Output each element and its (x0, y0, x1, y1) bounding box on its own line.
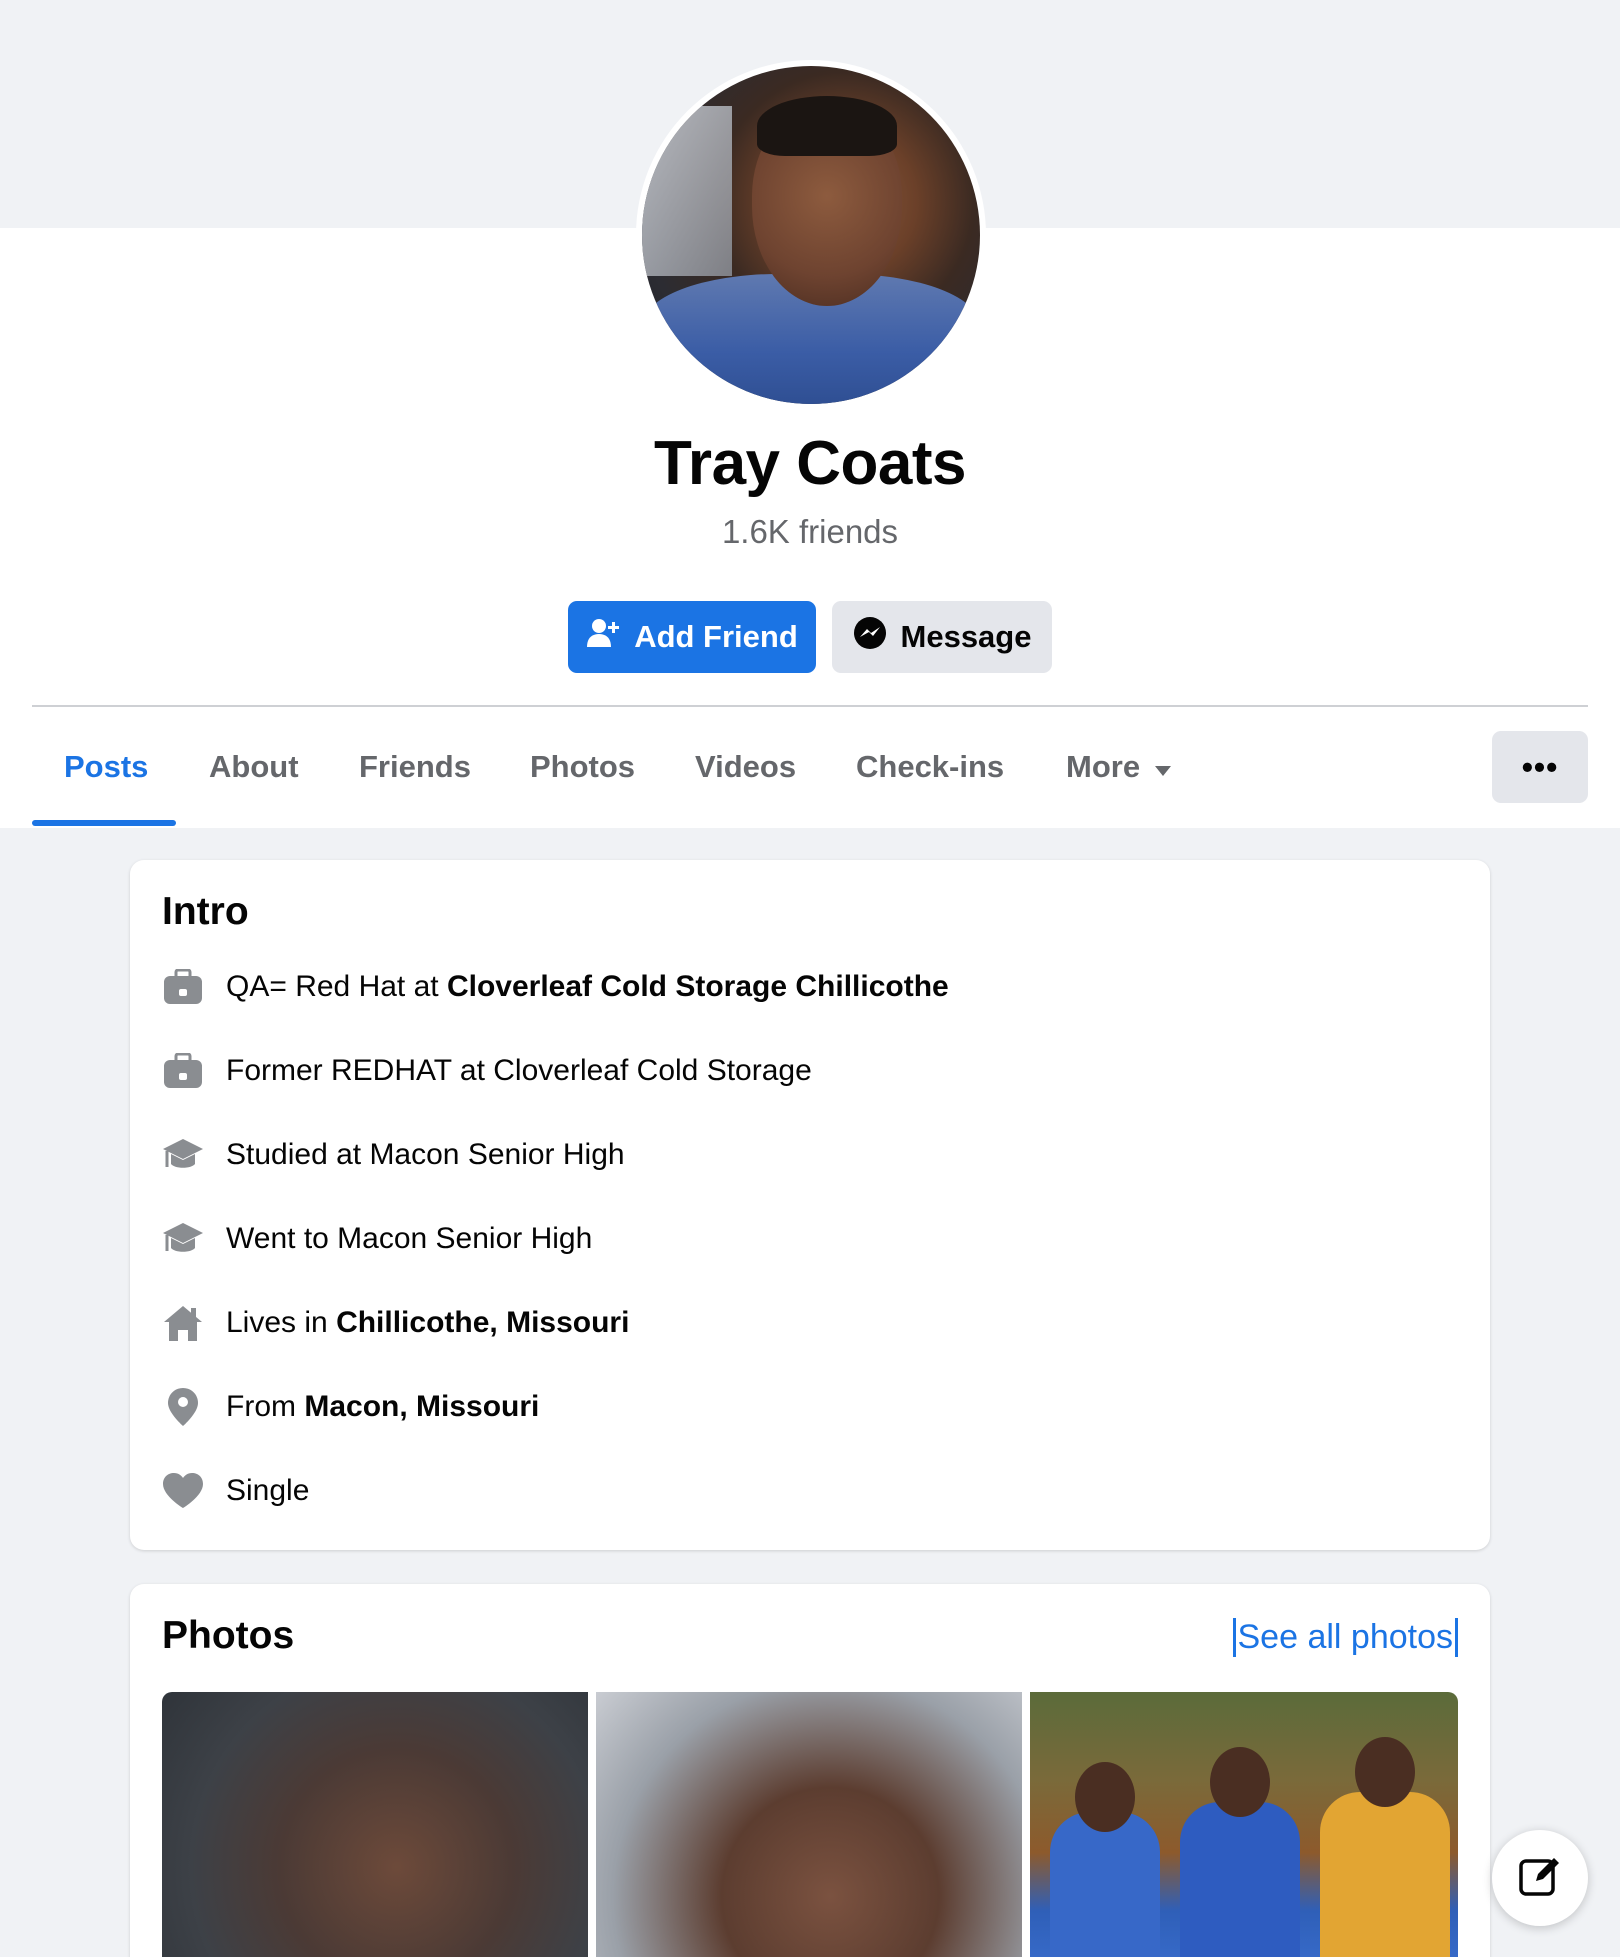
tab-videos[interactable]: Videos (695, 707, 796, 827)
see-all-photos-link[interactable]: See all photos (1232, 1618, 1458, 1657)
intro-text: Studied at Macon Senior High (226, 1138, 625, 1171)
photos-card: Photos See all photos (130, 1584, 1490, 1957)
briefcase-icon (162, 966, 204, 1008)
intro-text: Went to Macon Senior High (226, 1222, 593, 1255)
friends-count[interactable]: 1.6K friends (0, 513, 1620, 551)
intro-item-lives-in: Lives in Chillicothe, Missouri (162, 1298, 629, 1348)
intro-text: Lives in (226, 1306, 337, 1339)
intro-item-studied: Studied at Macon Senior High (162, 1130, 625, 1180)
intro-item-from: From Macon, Missouri (162, 1382, 539, 1432)
tab-more-label: More (1066, 749, 1141, 784)
heart-icon (162, 1470, 204, 1512)
home-icon (162, 1302, 204, 1344)
intro-card: Intro QA= Red Hat at Cloverleaf Cold Sto… (130, 860, 1490, 1550)
intro-text: QA= Red Hat at (226, 970, 447, 1003)
intro-item-work: QA= Red Hat at Cloverleaf Cold Storage C… (162, 962, 949, 1012)
active-tab-indicator (32, 820, 176, 826)
profile-avatar[interactable] (642, 66, 980, 404)
message-button[interactable]: Message (832, 601, 1052, 673)
avatar-background (642, 106, 732, 276)
intro-item-relationship: Single (162, 1466, 309, 1516)
tab-check-ins[interactable]: Check-ins (856, 707, 1004, 827)
photo-thumbnail[interactable] (1030, 1692, 1458, 1957)
messenger-icon (853, 616, 887, 658)
tab-more[interactable]: More (1066, 707, 1172, 827)
photo-thumbnail[interactable] (162, 1692, 588, 1957)
profile-name: Tray Coats (653, 429, 967, 498)
add-person-icon (586, 617, 620, 657)
message-label: Message (900, 619, 1032, 654)
tab-friends[interactable]: Friends (359, 707, 471, 827)
intro-item-former-work: Former REDHAT at Cloverleaf Cold Storage (162, 1046, 812, 1096)
avatar-hair (757, 96, 897, 156)
tab-posts[interactable]: Posts (64, 707, 148, 827)
tab-about[interactable]: About (209, 707, 299, 827)
caret-down-icon (1154, 749, 1172, 785)
intro-workplace-link[interactable]: Cloverleaf Cold Storage Chillicothe (447, 970, 949, 1003)
graduation-cap-icon (162, 1218, 204, 1260)
add-friend-label: Add Friend (634, 619, 798, 654)
profile-tabs: Posts About Friends Photos Videos Check-… (32, 707, 1588, 827)
tab-photos[interactable]: Photos (530, 707, 635, 827)
intro-text: From (226, 1390, 305, 1423)
location-pin-icon (162, 1386, 204, 1428)
photos-title: Photos (162, 1614, 295, 1657)
intro-hometown-link[interactable]: Macon, Missouri (304, 1390, 539, 1423)
add-friend-button[interactable]: Add Friend (568, 601, 816, 673)
intro-city-link[interactable]: Chillicothe, Missouri (336, 1306, 629, 1339)
graduation-cap-icon (162, 1134, 204, 1176)
intro-text: Single (226, 1474, 310, 1507)
intro-text: Former REDHAT at Cloverleaf Cold Storage (226, 1054, 812, 1087)
more-options-button[interactable]: ••• (1492, 731, 1588, 803)
intro-item-went-to: Went to Macon Senior High (162, 1214, 592, 1264)
briefcase-icon (162, 1050, 204, 1092)
compose-button[interactable] (1492, 1830, 1588, 1926)
intro-title: Intro (162, 890, 249, 933)
photo-thumbnail[interactable] (596, 1692, 1022, 1957)
edit-icon (1518, 1854, 1562, 1903)
